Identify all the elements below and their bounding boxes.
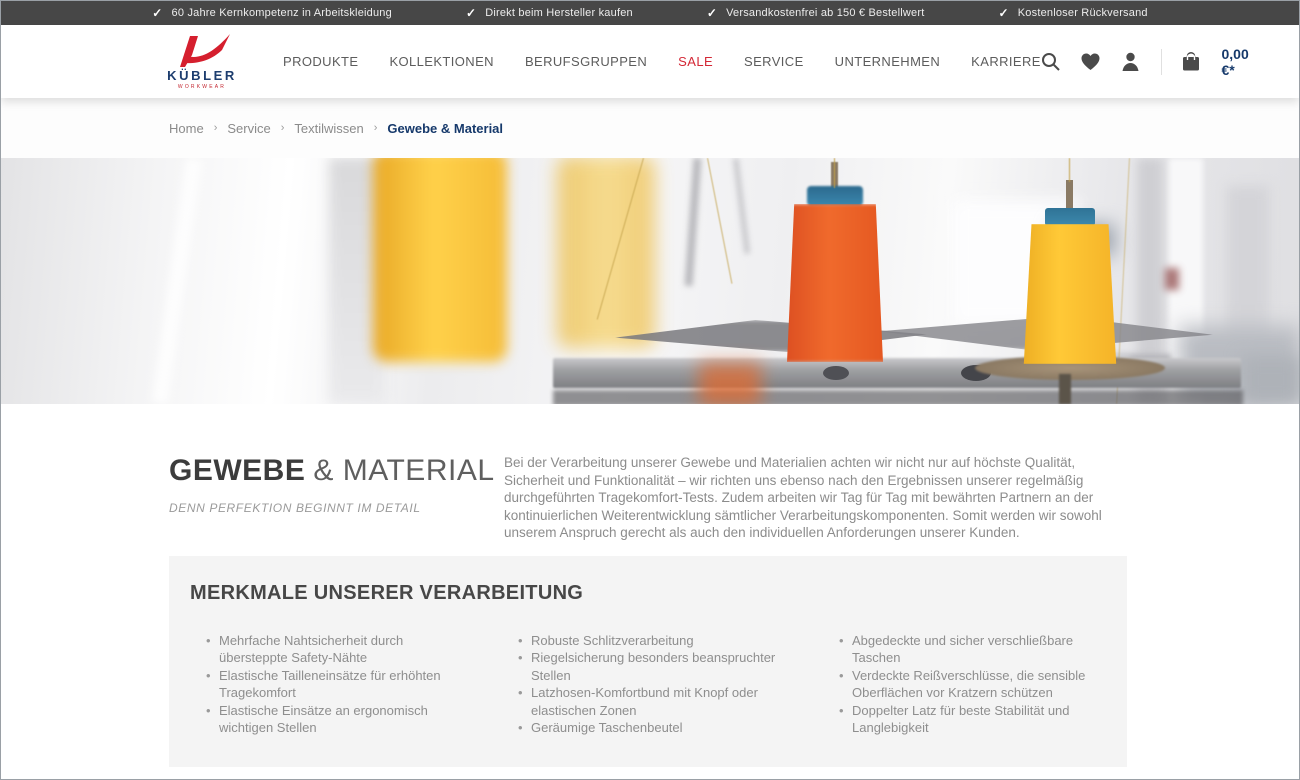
yarn-thread	[707, 158, 732, 284]
checkmark-icon: ✓	[707, 6, 717, 20]
nav-item-produkte[interactable]: PRODUKTE	[283, 54, 358, 69]
breadcrumb-separator: ›	[214, 122, 218, 134]
rack-rail-hole	[823, 366, 849, 380]
feature-item: Verdeckte Reißverschlüsse, die sensible …	[839, 667, 1101, 702]
checkmark-icon: ✓	[999, 6, 1009, 20]
nav-item-kollektionen[interactable]: KOLLEKTIONEN	[389, 54, 494, 69]
nav-item-berufsgruppen[interactable]: BERUFSGRUPPEN	[525, 54, 647, 69]
hero-wall-streak	[152, 158, 202, 404]
feature-item: Elastische Tailleneinsätze für erhöhten …	[206, 667, 464, 702]
hero-machine-blur	[1241, 356, 1299, 404]
kuebler-logo[interactable]: KÜBLER WORKWEAR	[169, 33, 235, 90]
benefit-label: Direkt beim Hersteller kaufen	[485, 7, 633, 19]
header-divider	[1161, 49, 1162, 75]
spool-cap-blue	[807, 186, 863, 206]
yarn-thread	[834, 158, 835, 188]
benefit-label: Versandkostenfrei ab 150 € Bestellwert	[726, 7, 924, 19]
spool-cap-blue	[1045, 208, 1095, 226]
breadcrumb-home[interactable]: Home	[169, 121, 204, 136]
account-user-icon[interactable]	[1121, 52, 1140, 71]
benefit-item: ✓ Direkt beim Hersteller kaufen	[466, 6, 633, 20]
feature-item: Geräumige Taschenbeutel	[518, 719, 810, 737]
main-header: KÜBLER WORKWEAR PRODUKTE KOLLEKTIONEN BE…	[1, 25, 1299, 98]
logo-brand-name: KÜBLER	[167, 68, 237, 83]
header-actions: 0,00 €*	[1041, 46, 1250, 78]
spool-pin	[1066, 180, 1073, 210]
feature-item: Abgedeckte und sicher verschließbare Tas…	[839, 632, 1101, 667]
page-title-strong: GEWEBE	[169, 454, 305, 487]
checkmark-icon: ✓	[152, 6, 162, 20]
benefits-bar: ✓ 60 Jahre Kernkompetenz in Arbeitskleid…	[1, 1, 1299, 25]
cart-total[interactable]: 0,00 €*	[1221, 46, 1250, 78]
intro-title-block: GEWEBE& MATERIAL DENN PERFEKTION BEGINNT…	[169, 454, 504, 542]
breadcrumb-separator: ›	[374, 122, 378, 134]
benefit-item: ✓ Versandkostenfrei ab 150 € Bestellwert	[707, 6, 925, 20]
breadcrumb-separator: ›	[281, 122, 285, 134]
intro-section: GEWEBE& MATERIAL DENN PERFEKTION BEGINNT…	[1, 404, 1299, 542]
page-subtitle: DENN PERFEKTION BEGINNT IM DETAIL	[169, 501, 504, 515]
yarn-thread	[1069, 158, 1070, 182]
search-icon[interactable]	[1041, 52, 1060, 71]
intro-text-block: Bei der Verarbeitung unserer Gewebe und …	[504, 454, 1108, 542]
feature-item: Robuste Schlitzverarbeitung	[518, 632, 810, 650]
features-column-3: Abgedeckte und sicher verschließbare Tas…	[839, 632, 1139, 737]
spool-orange	[775, 204, 895, 362]
nav-item-service[interactable]: SERVICE	[744, 54, 804, 69]
benefit-item: ✓ Kostenloser Rückversand	[999, 6, 1148, 20]
features-columns: Mehrfache Nahtsicherheit durch überstepp…	[206, 632, 1103, 737]
breadcrumb-bar: Home › Service › Textilwissen › Gewebe &…	[1, 98, 1299, 158]
breadcrumb: Home › Service › Textilwissen › Gewebe &…	[169, 121, 503, 136]
feature-item: Riegelsicherung besonders beanspruchter …	[518, 649, 810, 684]
main-nav: PRODUKTE KOLLEKTIONEN BERUFSGRUPPEN SALE…	[283, 54, 1041, 69]
features-column-2: Robuste Schlitzverarbeitung Riegelsicher…	[518, 632, 839, 737]
features-panel: MERKMALE UNSERER VERARBEITUNG Mehrfache …	[169, 556, 1127, 767]
feature-item: Latzhosen-Komfortbund mit Knopf oder ela…	[518, 684, 810, 719]
spool-plate-stem	[1059, 374, 1071, 404]
hero-image	[1, 158, 1299, 404]
kuebler-logo-icon	[173, 33, 231, 67]
nav-item-karriere[interactable]: KARRIERE	[971, 54, 1041, 69]
cart-bag-icon[interactable]	[1182, 52, 1200, 71]
spool-yellow	[1015, 224, 1125, 364]
spool-yellow-blurred	[373, 158, 507, 362]
logo-tagline: WORKWEAR	[178, 84, 226, 90]
breadcrumb-textilwissen[interactable]: Textilwissen	[294, 121, 363, 136]
hero-red-smudge	[1165, 268, 1179, 290]
page: ✓ 60 Jahre Kernkompetenz in Arbeitskleid…	[0, 0, 1300, 780]
page-title-rest: & MATERIAL	[313, 454, 494, 487]
checkmark-icon: ✓	[466, 6, 476, 20]
benefit-item: ✓ 60 Jahre Kernkompetenz in Arbeitskleid…	[152, 6, 392, 20]
benefit-label: 60 Jahre Kernkompetenz in Arbeitskleidun…	[172, 7, 392, 19]
features-column-1: Mehrfache Nahtsicherheit durch überstepp…	[206, 632, 518, 737]
intro-paragraph: Bei der Verarbeitung unserer Gewebe und …	[504, 454, 1108, 542]
hero-frame-bar	[733, 158, 750, 254]
hero-frame-bar	[685, 158, 702, 286]
nav-item-sale[interactable]: SALE	[678, 54, 713, 69]
breadcrumb-service[interactable]: Service	[227, 121, 270, 136]
feature-item: Doppelter Latz für beste Stabilität und …	[839, 702, 1101, 737]
spool-pale-yellow-blurred	[557, 158, 655, 348]
breadcrumb-current: Gewebe & Material	[387, 121, 503, 136]
feature-item: Elastische Einsätze an ergonomisch wicht…	[206, 702, 464, 737]
hero-machine-base	[553, 390, 1243, 404]
nav-item-unternehmen[interactable]: UNTERNEHMEN	[835, 54, 941, 69]
benefit-label: Kostenloser Rückversand	[1018, 7, 1148, 19]
page-title: GEWEBE& MATERIAL	[169, 454, 504, 488]
wishlist-heart-icon[interactable]	[1081, 52, 1100, 71]
feature-item: Mehrfache Nahtsicherheit durch überstepp…	[206, 632, 464, 667]
hero-orange-smudge	[699, 363, 761, 404]
features-heading: MERKMALE UNSERER VERARBEITUNG	[190, 582, 1103, 605]
